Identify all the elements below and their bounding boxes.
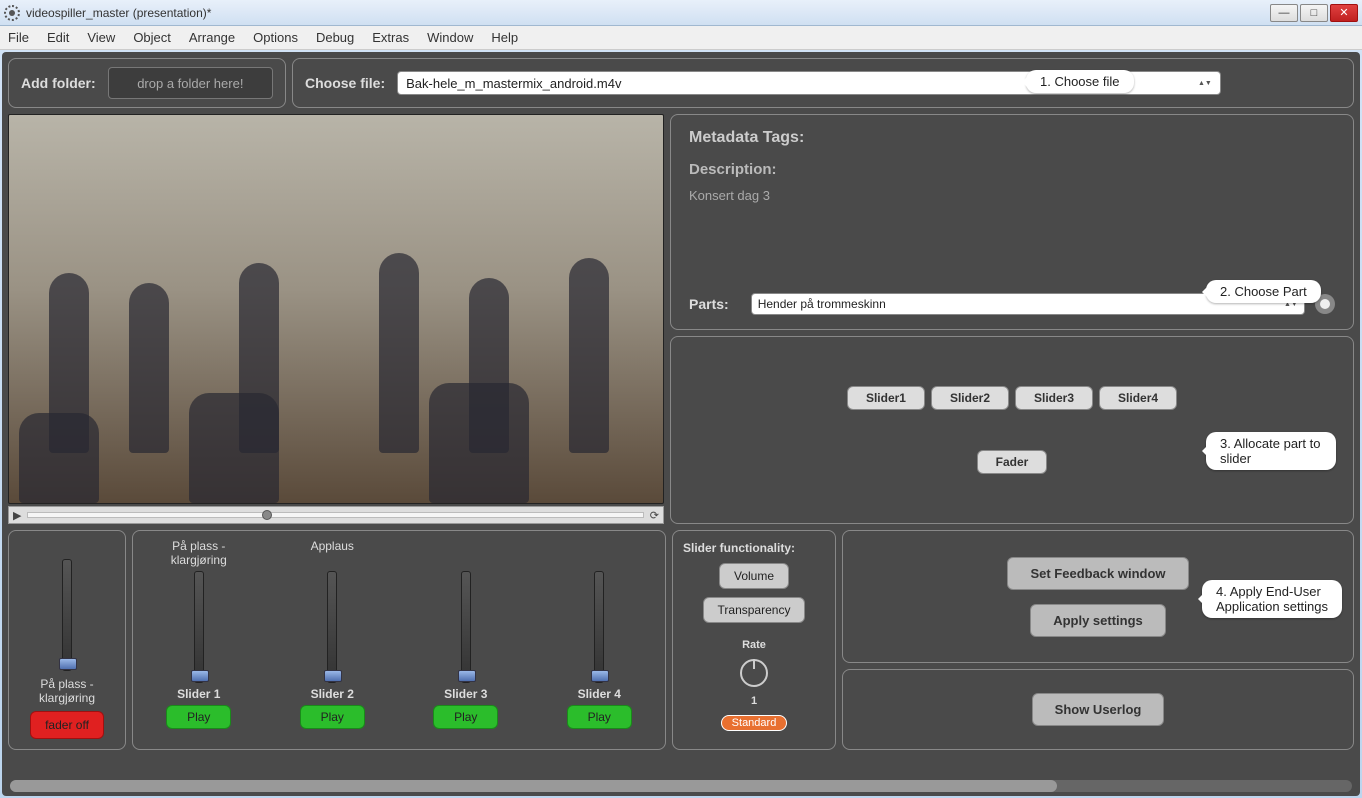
volume-button[interactable]: Volume	[719, 563, 789, 589]
choose-file-label: Choose file:	[305, 75, 385, 91]
menu-window[interactable]: Window	[427, 30, 473, 45]
menu-options[interactable]: Options	[253, 30, 298, 45]
userlog-panel: Show Userlog	[842, 669, 1354, 750]
file-select-value: Bak-hele_m_mastermix_android.m4v	[406, 76, 621, 91]
maximize-button[interactable]: □	[1300, 4, 1328, 22]
parts-label: Parts:	[689, 296, 729, 312]
video-scrubber[interactable]: ▶ ⟳	[8, 506, 664, 524]
slider4-track[interactable]	[594, 571, 604, 683]
fader-panel: På plass - klargjøring fader off	[8, 530, 126, 750]
slider1-thumb[interactable]	[191, 670, 209, 682]
slider4-thumb[interactable]	[591, 670, 609, 682]
functionality-title: Slider functionality:	[683, 541, 795, 555]
rate-value: 1	[751, 695, 757, 707]
scrub-thumb[interactable]	[262, 510, 272, 520]
slider1-caption: På plass - klargjøring	[147, 539, 251, 567]
menu-edit[interactable]: Edit	[47, 30, 69, 45]
app-icon	[4, 5, 20, 21]
alloc-slider1-button[interactable]: Slider1	[847, 386, 925, 410]
description-text: Konsert dag 3	[689, 188, 1335, 203]
add-folder-label: Add folder:	[21, 75, 96, 91]
slider2-caption: Applaus	[311, 539, 354, 567]
allocate-panel: Slider1 Slider2 Slider3 Slider4 Fader	[670, 336, 1354, 524]
callout-apply-settings: 4. Apply End-User Application settings	[1202, 580, 1342, 618]
choose-file-panel: Choose file: Bak-hele_m_mastermix_androi…	[292, 58, 1354, 108]
titlebar: videospiller_master (presentation)* — □ …	[0, 0, 1362, 26]
slider4-name: Slider 4	[578, 687, 621, 701]
menu-view[interactable]: View	[87, 30, 115, 45]
menu-help[interactable]: Help	[491, 30, 518, 45]
slider1-play-button[interactable]: Play	[166, 705, 231, 729]
alloc-slider3-button[interactable]: Slider3	[1015, 386, 1093, 410]
add-folder-panel: Add folder: drop a folder here!	[8, 58, 286, 108]
alloc-slider2-button[interactable]: Slider2	[931, 386, 1009, 410]
rate-label: Rate	[742, 639, 766, 651]
slider2-play-button[interactable]: Play	[300, 705, 365, 729]
sliders-panel: På plass - klargjøring Slider 1 Play App…	[132, 530, 666, 750]
fader-off-button[interactable]: fader off	[30, 711, 104, 739]
standard-badge[interactable]: Standard	[721, 715, 788, 731]
main-container: Add folder: drop a folder here! Choose f…	[2, 52, 1360, 796]
alloc-fader-button[interactable]: Fader	[977, 450, 1048, 474]
menu-file[interactable]: File	[8, 30, 29, 45]
folder-drop-zone[interactable]: drop a folder here!	[108, 67, 273, 99]
menu-arrange[interactable]: Arrange	[189, 30, 235, 45]
parts-value: Hender på trommeskinn	[758, 297, 886, 311]
slider4-play-button[interactable]: Play	[567, 705, 632, 729]
fader-thumb[interactable]	[59, 658, 77, 670]
alloc-slider4-button[interactable]: Slider4	[1099, 386, 1177, 410]
window-title: videospiller_master (presentation)*	[26, 6, 1270, 20]
menu-object[interactable]: Object	[133, 30, 171, 45]
horizontal-scrollbar[interactable]	[10, 780, 1352, 792]
menubar: File Edit View Object Arrange Options De…	[0, 26, 1362, 50]
show-userlog-button[interactable]: Show Userlog	[1032, 693, 1165, 726]
slider2-name: Slider 2	[311, 687, 354, 701]
callout-choose-part: 2. Choose Part	[1206, 280, 1321, 303]
transparency-button[interactable]: Transparency	[703, 597, 806, 623]
video-preview[interactable]	[8, 114, 664, 504]
description-label: Description:	[689, 161, 1335, 178]
apply-settings-button[interactable]: Apply settings	[1030, 604, 1166, 637]
callout-choose-file: 1. Choose file	[1026, 70, 1134, 93]
scrollbar-thumb[interactable]	[10, 780, 1057, 792]
scrub-track[interactable]	[27, 512, 643, 518]
menu-extras[interactable]: Extras	[372, 30, 409, 45]
slider1-name: Slider 1	[177, 687, 220, 701]
loop-icon[interactable]: ⟳	[650, 509, 659, 522]
play-icon[interactable]: ▶	[13, 509, 21, 522]
metadata-title: Metadata Tags:	[689, 129, 1335, 147]
minimize-button[interactable]: —	[1270, 4, 1298, 22]
slider3-play-button[interactable]: Play	[433, 705, 498, 729]
slider1-track[interactable]	[194, 571, 204, 683]
stepper-icon: ▲▼	[1198, 80, 1212, 87]
slider3-name: Slider 3	[444, 687, 487, 701]
slider3-thumb[interactable]	[458, 670, 476, 682]
set-feedback-button[interactable]: Set Feedback window	[1007, 557, 1188, 590]
slider2-track[interactable]	[327, 571, 337, 683]
callout-allocate: 3. Allocate part to slider	[1206, 432, 1336, 470]
slider3-track[interactable]	[461, 571, 471, 683]
fader-track[interactable]	[62, 559, 72, 671]
slider2-thumb[interactable]	[324, 670, 342, 682]
functionality-panel: Slider functionality: Volume Transparenc…	[672, 530, 836, 750]
fader-caption: På plass - klargjøring	[17, 677, 117, 705]
menu-debug[interactable]: Debug	[316, 30, 354, 45]
close-button[interactable]: ✕	[1330, 4, 1358, 22]
rate-knob[interactable]	[740, 659, 768, 687]
